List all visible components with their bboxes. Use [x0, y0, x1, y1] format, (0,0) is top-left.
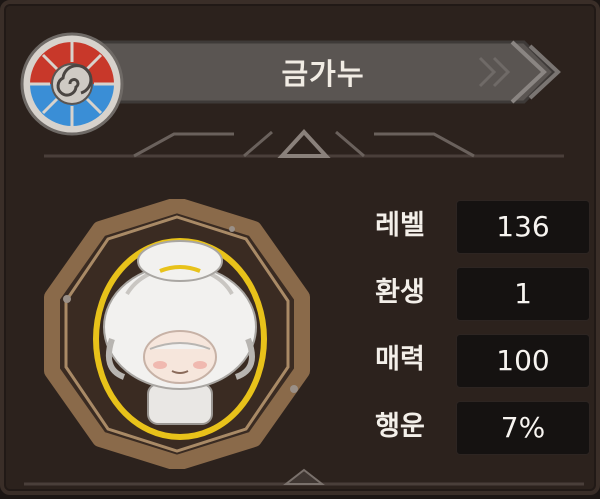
- stat-label: 환생: [375, 277, 425, 308]
- swirl-emblem-icon: [20, 32, 124, 136]
- character-name: 금가누: [281, 57, 365, 91]
- stat-value-box: 1: [456, 267, 590, 321]
- stat-value: 136: [496, 210, 550, 243]
- stat-value-box: 100: [456, 334, 590, 388]
- stat-value-box: 136: [456, 200, 590, 254]
- stat-row-luck: 행운 7%: [354, 397, 594, 457]
- character-info-panel: 금가누 레벨 136 환생 1 매력 100 행운 7%: [0, 0, 600, 495]
- stat-value: 1: [514, 277, 532, 310]
- stat-label: 레벨: [375, 210, 425, 241]
- stat-value: 100: [496, 344, 550, 377]
- stat-row-rebirth: 환생 1: [354, 263, 594, 323]
- stat-row-level: 레벨 136: [354, 196, 594, 256]
- stat-value-box: 7%: [456, 401, 590, 455]
- stat-value: 7%: [500, 411, 546, 444]
- stat-label: 행운: [375, 411, 425, 442]
- character-portrait: [44, 199, 310, 469]
- stat-row-charm: 매력 100: [354, 330, 594, 390]
- stat-label: 매력: [375, 344, 425, 375]
